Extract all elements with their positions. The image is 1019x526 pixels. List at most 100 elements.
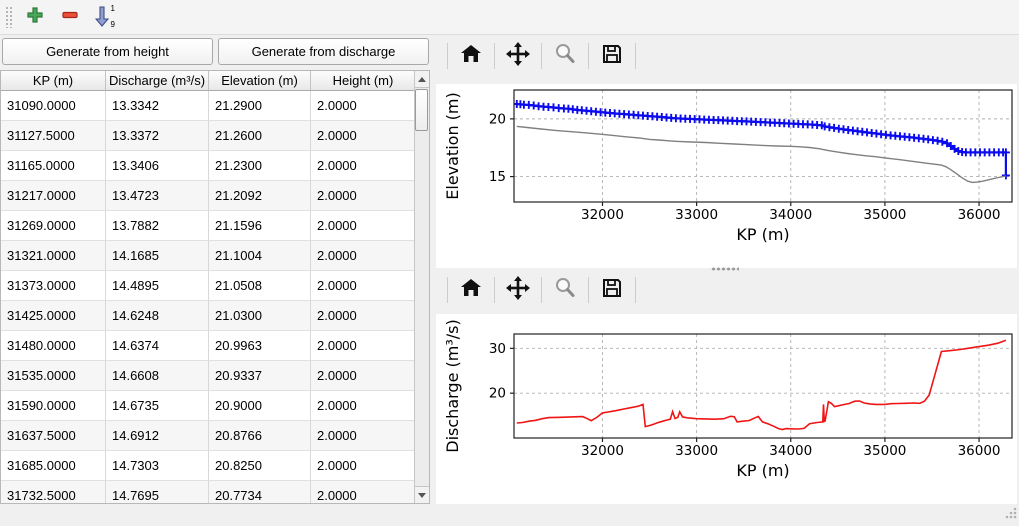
cell-elevation[interactable]: 20.9337: [209, 361, 311, 391]
resize-grip[interactable]: [1003, 505, 1017, 524]
save-button[interactable]: [598, 42, 626, 70]
cell-kp[interactable]: 31480.0000: [1, 331, 106, 361]
cell-height[interactable]: 2.0000: [311, 451, 416, 481]
triangle-down-icon: [418, 493, 426, 498]
cell-height[interactable]: 2.0000: [311, 241, 416, 271]
cell-kp[interactable]: 31425.0000: [1, 301, 106, 331]
remove-row-button[interactable]: [56, 3, 84, 31]
cell-height[interactable]: 2.0000: [311, 421, 416, 451]
cell-discharge[interactable]: 13.4723: [106, 181, 209, 211]
cell-height[interactable]: 2.0000: [311, 481, 416, 504]
cell-kp[interactable]: 31321.0000: [1, 241, 106, 271]
scroll-down-button[interactable]: [415, 486, 429, 503]
cell-discharge[interactable]: 13.3372: [106, 121, 209, 151]
elevation-chart[interactable]: 32000330003400035000360001520KP (m)Eleva…: [436, 84, 1017, 268]
cell-kp[interactable]: 31685.0000: [1, 451, 106, 481]
cell-elevation[interactable]: 20.9963: [209, 331, 311, 361]
cell-kp[interactable]: 31165.0000: [1, 151, 106, 181]
cell-elevation[interactable]: 21.0300: [209, 301, 311, 331]
cell-elevation[interactable]: 20.9000: [209, 391, 311, 421]
table-row: 31269.000013.788221.15962.0000: [1, 211, 429, 241]
cell-height[interactable]: 2.0000: [311, 121, 416, 151]
cell-kp[interactable]: 31535.0000: [1, 361, 106, 391]
table-row: 31480.000014.637420.99632.0000: [1, 331, 429, 361]
scroll-up-button[interactable]: [415, 71, 429, 88]
cell-height[interactable]: 2.0000: [311, 391, 416, 421]
column-header-height[interactable]: Height (m): [311, 71, 416, 91]
home-button[interactable]: [457, 42, 485, 70]
splitter-handle[interactable]: [711, 267, 739, 271]
cell-height[interactable]: 2.0000: [311, 301, 416, 331]
cell-kp[interactable]: 31269.0000: [1, 211, 106, 241]
x-tick-label: 32000: [581, 207, 624, 223]
cell-elevation[interactable]: 21.1596: [209, 211, 311, 241]
cell-elevation[interactable]: 20.7734: [209, 481, 311, 504]
cell-height[interactable]: 2.0000: [311, 91, 416, 121]
cell-discharge[interactable]: 14.7303: [106, 451, 209, 481]
cell-discharge[interactable]: 14.4895: [106, 271, 209, 301]
cell-discharge[interactable]: 14.6735: [106, 391, 209, 421]
table-body: 31090.000013.334221.29002.000031127.5000…: [1, 91, 429, 504]
table-vertical-scrollbar[interactable]: [414, 71, 429, 503]
cell-kp[interactable]: 31373.0000: [1, 271, 106, 301]
column-header-discharge[interactable]: Discharge (m³/s): [106, 71, 209, 91]
cell-height[interactable]: 2.0000: [311, 331, 416, 361]
cell-elevation[interactable]: 21.2900: [209, 91, 311, 121]
scrollbar-thumb[interactable]: [415, 89, 428, 131]
discharge-chart[interactable]: 32000330003400035000360002030KP (m)Disch…: [436, 314, 1017, 504]
cell-elevation[interactable]: 20.8766: [209, 421, 311, 451]
cell-discharge[interactable]: 14.6608: [106, 361, 209, 391]
cell-discharge[interactable]: 13.3342: [106, 91, 209, 121]
y-tick-label: 30: [489, 341, 506, 357]
cell-elevation[interactable]: 20.8250: [209, 451, 311, 481]
cell-kp[interactable]: 31732.5000: [1, 481, 106, 504]
cell-height[interactable]: 2.0000: [311, 211, 416, 241]
cell-elevation[interactable]: 21.1004: [209, 241, 311, 271]
cell-kp[interactable]: 31590.0000: [1, 391, 106, 421]
cell-discharge[interactable]: 14.6248: [106, 301, 209, 331]
save-button[interactable]: [598, 276, 626, 304]
table-row: 31321.000014.168521.10042.0000: [1, 241, 429, 271]
generate-from-discharge-button[interactable]: Generate from discharge: [218, 38, 429, 65]
cell-kp[interactable]: 31090.0000: [1, 91, 106, 121]
move-arrows-icon: [506, 42, 530, 71]
separator: [588, 43, 589, 69]
cell-discharge[interactable]: 14.7695: [106, 481, 209, 504]
zoom-button[interactable]: [551, 276, 579, 304]
y-tick-label: 20: [489, 386, 506, 402]
cell-kp[interactable]: 31127.5000: [1, 121, 106, 151]
move-arrows-icon: [506, 276, 530, 305]
toolbar-drag-handle[interactable]: [5, 6, 13, 28]
cell-elevation[interactable]: 21.0508: [209, 271, 311, 301]
cell-kp[interactable]: 31217.0000: [1, 181, 106, 211]
pan-button[interactable]: [504, 276, 532, 304]
x-tick-label: 36000: [958, 443, 1001, 459]
cell-discharge[interactable]: 14.1685: [106, 241, 209, 271]
generate-from-height-button[interactable]: Generate from height: [2, 38, 213, 65]
sort-badge-9: 9: [111, 20, 115, 29]
cell-discharge[interactable]: 13.7882: [106, 211, 209, 241]
cell-discharge[interactable]: 14.6374: [106, 331, 209, 361]
cell-discharge[interactable]: 13.3406: [106, 151, 209, 181]
cell-discharge[interactable]: 14.6912: [106, 421, 209, 451]
home-button[interactable]: [457, 276, 485, 304]
column-header-kp[interactable]: KP (m): [1, 71, 106, 91]
sort-ascending-button[interactable]: 1 9: [91, 3, 119, 31]
cell-height[interactable]: 2.0000: [311, 181, 416, 211]
x-tick-label: 33000: [675, 207, 718, 223]
x-tick-label: 32000: [581, 443, 624, 459]
column-header-elevation[interactable]: Elevation (m): [209, 71, 311, 91]
cell-elevation[interactable]: 21.2600: [209, 121, 311, 151]
cell-elevation[interactable]: 21.2300: [209, 151, 311, 181]
pan-button[interactable]: [504, 42, 532, 70]
cell-elevation[interactable]: 21.2092: [209, 181, 311, 211]
x-tick-label: 34000: [769, 443, 812, 459]
cell-height[interactable]: 2.0000: [311, 271, 416, 301]
cell-height[interactable]: 2.0000: [311, 151, 416, 181]
main-toolbar: 1 9: [0, 0, 1019, 35]
x-tick-label: 36000: [958, 207, 1001, 223]
zoom-button[interactable]: [551, 42, 579, 70]
cell-kp[interactable]: 31637.5000: [1, 421, 106, 451]
cell-height[interactable]: 2.0000: [311, 361, 416, 391]
add-row-button[interactable]: [21, 3, 49, 31]
